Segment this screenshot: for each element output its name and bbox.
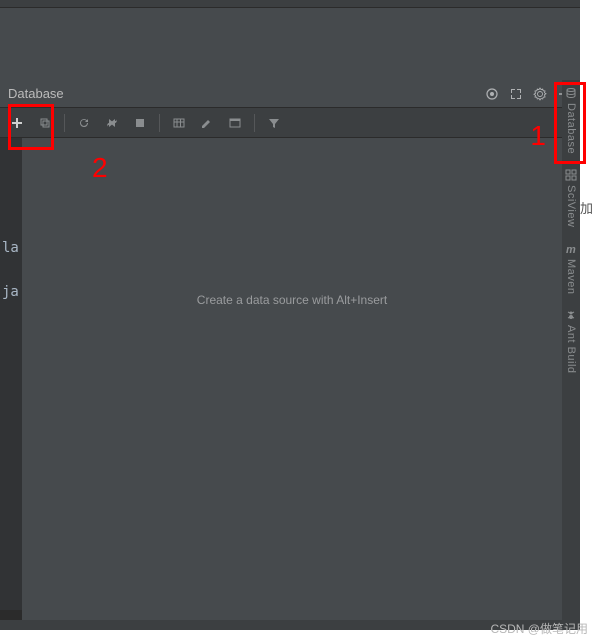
svg-text:m: m: [566, 244, 576, 255]
sidebar-item-label: Maven: [565, 259, 577, 295]
sidebar-item-label: Ant Build: [565, 325, 577, 374]
window-top-bar: [0, 0, 580, 8]
sidebar-item-label: SciView: [565, 185, 577, 227]
separator: [254, 114, 255, 132]
expand-icon[interactable]: [508, 86, 524, 102]
collapse-all-icon[interactable]: [484, 86, 500, 102]
gutter-fragment: la: [2, 240, 19, 256]
stop-button[interactable]: [129, 112, 151, 134]
refresh-button[interactable]: [73, 112, 95, 134]
right-tool-sidebar: Database SciView m Maven Ant Build: [562, 80, 580, 630]
duplicate-button[interactable]: [34, 112, 56, 134]
database-panel-body: Create a data source with Alt+Insert: [22, 138, 562, 622]
ant-icon: [564, 308, 578, 322]
table-view-button[interactable]: [168, 112, 190, 134]
sidebar-item-label: Database: [565, 103, 577, 154]
sidebar-item-maven[interactable]: m Maven: [564, 242, 578, 295]
cropped-char: 加: [580, 198, 596, 217]
database-toolbar: [0, 108, 580, 138]
sciview-icon: [564, 168, 578, 182]
edit-button[interactable]: [196, 112, 218, 134]
maven-icon: m: [564, 242, 578, 256]
sidebar-item-database[interactable]: Database: [564, 86, 578, 154]
sync-button[interactable]: [101, 112, 123, 134]
bottom-strip: [0, 620, 562, 630]
sidebar-item-ant[interactable]: Ant Build: [564, 308, 578, 374]
separator: [64, 114, 65, 132]
editor-gutter: la ja: [0, 138, 22, 610]
sidebar-item-sciview[interactable]: SciView: [564, 168, 578, 227]
empty-hint: Create a data source with Alt+Insert: [197, 293, 387, 307]
console-button[interactable]: [224, 112, 246, 134]
filter-button[interactable]: [263, 112, 285, 134]
gutter-fragment: ja: [2, 284, 19, 300]
watermark: CSDN @做笔记用: [490, 620, 588, 637]
separator: [159, 114, 160, 132]
panel-title: Database: [8, 86, 64, 101]
editor-tab-strip: [0, 8, 580, 80]
database-icon: [564, 86, 578, 100]
gear-icon[interactable]: [532, 86, 548, 102]
add-button[interactable]: [6, 112, 28, 134]
database-panel-header: Database: [0, 80, 580, 108]
